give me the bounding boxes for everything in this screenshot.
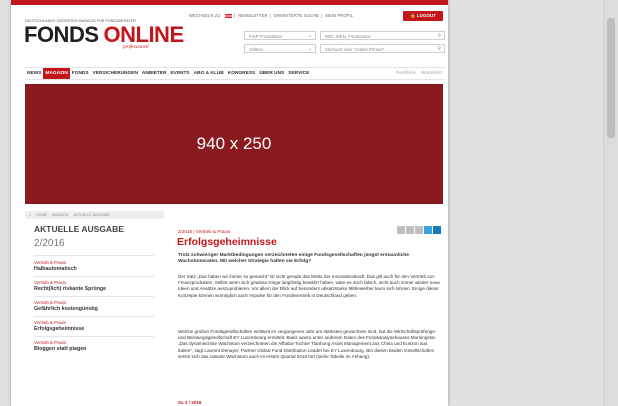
switch-to-link[interactable]: WECHSELN ZU — [189, 13, 221, 18]
print-icon[interactable] — [397, 226, 405, 234]
sidebar-issue: 2/2016 — [34, 238, 65, 249]
sidebar-item-category: Vertrieb & Praxis — [34, 280, 66, 285]
page-gutter — [449, 0, 618, 406]
chevron-down-icon: ⌄ — [307, 46, 312, 52]
top-accent-bar — [11, 0, 448, 5]
nav-events[interactable]: EVENTS — [168, 68, 191, 79]
article-lead: Trotz schwieriger Marktbedingungen verze… — [178, 253, 409, 265]
scrollbar-thumb[interactable] — [607, 18, 615, 138]
twitter-icon[interactable] — [424, 226, 432, 234]
advanced-search-link[interactable]: ERWEITERTE SUCHE — [274, 13, 319, 18]
sidebar-item-title: Recht(lich) riskante Sprünge — [34, 286, 107, 292]
isin-search-placeholder: ISIN, WKN, Fondsname — [325, 34, 371, 39]
search-icon[interactable]: ⚲ — [437, 45, 441, 54]
logo-subtitle: professionell — [123, 45, 149, 50]
nav-portfolio[interactable]: Portfolio — [396, 68, 416, 79]
fondsdaten-select-value: FIAP Fondsdaten — [249, 34, 283, 39]
logo-online: ONLINE — [103, 22, 185, 47]
chevron-down-icon: ⌄ — [307, 33, 312, 39]
ad-banner[interactable]: 940 x 250 — [25, 84, 443, 204]
breadcrumb: ⌂ HOME MAGAZIN AKTUELLE AUSGABE — [25, 211, 164, 219]
volltext-select[interactable]: Volltext ⌄ — [244, 44, 316, 53]
sidebar-item[interactable]: Vertrieb & Praxis Halbautomatisch — [34, 260, 154, 272]
divider — [34, 336, 154, 337]
ad-banner-size-label: 940 x 250 — [196, 134, 272, 153]
divider — [34, 255, 154, 256]
scrollbar[interactable] — [603, 0, 618, 406]
volltext-select-value: Volltext — [249, 47, 263, 52]
sidebar-item[interactable]: Vertrieb & Praxis Recht(lich) riskante Sp… — [34, 280, 154, 292]
sidebar-heading: AKTUELLE AUSGABE — [34, 224, 124, 234]
nav-abo-klub[interactable]: ABO & KLUB — [192, 68, 226, 79]
nav-watchlist[interactable]: Watchlist — [421, 68, 442, 79]
nav-news[interactable]: NEWS — [25, 68, 43, 79]
home-icon[interactable]: ⌂ — [29, 213, 31, 217]
breadcrumb-magazin[interactable]: MAGAZIN — [52, 213, 68, 217]
top-utility-nav: WECHSELN ZU | NEWSLETTER | ERWEITERTE SUCH… — [189, 13, 354, 18]
sidebar-item-title: Bloggen statt plagen — [34, 346, 87, 352]
sidebar-item-category: Vertrieb & Praxis — [34, 260, 66, 265]
breadcrumb-current: AKTUELLE AUSGABE — [73, 213, 110, 217]
article-title: Erfolgsgeheimnisse — [177, 236, 277, 248]
newsletter-link[interactable]: NEWSLETTER — [238, 13, 268, 18]
article-paragraph: Welche großen Fondsgesellschaften weltwe… — [178, 329, 437, 359]
sidebar-item-title: Halbautomatisch — [34, 266, 77, 272]
sidebar-item-title: Erfolgsgeheimnisse — [34, 326, 85, 332]
search-icon[interactable]: ⚲ — [437, 32, 441, 41]
fondsdaten-select[interactable]: FIAP Fondsdaten ⌄ — [244, 31, 316, 40]
sidebar-item[interactable]: Vertrieb & Praxis Erfolgsgeheimnisse — [34, 320, 154, 332]
keyword-search-input[interactable]: Stichwort oder "exakte Phrase" ⚲ — [320, 44, 445, 53]
sidebar-item-category: Vertrieb & Praxis — [34, 320, 66, 325]
divider — [34, 296, 154, 297]
divider — [34, 316, 154, 317]
keyword-search-placeholder: Stichwort oder "exakte Phrase" — [325, 47, 385, 52]
nav-anbieter[interactable]: ANBIETER — [140, 68, 169, 79]
breadcrumb-home[interactable]: HOME — [36, 213, 47, 217]
bookmark-icon[interactable] — [415, 226, 423, 234]
logo-fonds: FONDS — [24, 22, 99, 47]
divider — [34, 276, 154, 277]
article-paragraph: Der Satz „Das haben wir immer so gemacht… — [178, 274, 440, 298]
nav-magazin[interactable]: MAGAZIN — [43, 68, 70, 79]
nav-versicherungen[interactable]: VERSICHERUNGEN — [91, 68, 140, 79]
page: WECHSELN ZU | NEWSLETTER | ERWEITERTE SUCH… — [11, 0, 448, 406]
site-logo[interactable]: FONDS ONLINE — [24, 24, 184, 46]
logout-button[interactable]: 🔒 LOGOUT — [403, 11, 443, 21]
article-meta: 2/2016 | Vertrieb & Praxis — [178, 229, 231, 234]
nav-kongress[interactable]: KONGRESS — [226, 68, 257, 79]
mail-icon[interactable] — [406, 226, 414, 234]
sidebar-item-category: Vertrieb & Praxis — [34, 300, 66, 305]
main-nav: NEWS MAGAZIN FONDS VERSICHERUNGEN ANBIETER EV… — [25, 67, 445, 80]
nav-service[interactable]: SERVICE — [286, 68, 311, 79]
nav-ueber-uns[interactable]: ÜBER UNS — [257, 68, 286, 79]
linkedin-icon[interactable] — [433, 226, 441, 234]
sidebar-item-title: Gefährlich kostengünstig — [34, 306, 98, 312]
nav-fonds[interactable]: FONDS — [70, 68, 91, 79]
sidebar-item[interactable]: Vertrieb & Praxis Gefährlich kostengünsti… — [34, 300, 154, 312]
sidebar-item-category: Vertrieb & Praxis — [34, 340, 66, 345]
my-profile-link[interactable]: MEIN PROFIL — [325, 13, 353, 18]
sidebar-item[interactable]: Vertrieb & Praxis Bloggen statt plagen — [34, 340, 154, 352]
flag-austria-icon[interactable] — [224, 13, 232, 18]
logout-label: LOGOUT — [416, 13, 437, 18]
isin-search-input[interactable]: ISIN, WKN, Fondsname ⚲ — [320, 31, 445, 40]
issue-link[interactable]: Zu 2 / 2016 — [178, 400, 202, 405]
